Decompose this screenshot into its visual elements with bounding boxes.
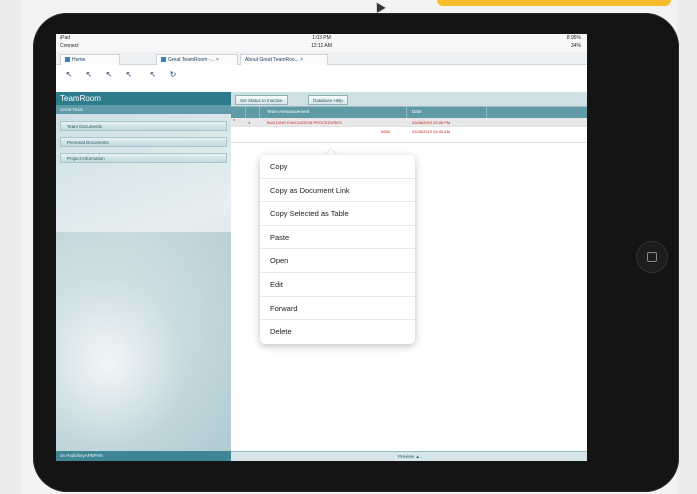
column-separator	[406, 107, 407, 118]
row-title: 5665	[381, 129, 390, 134]
menu-item-delete[interactable]: Delete	[260, 320, 415, 344]
column-separator	[486, 107, 487, 118]
view-column-header: Team Announcement Date	[231, 107, 587, 118]
context-menu: Copy Copy as Document Link Copy Selected…	[260, 155, 415, 344]
page-background-right	[677, 0, 697, 494]
sidebar-item-project-information[interactable]: Project Information	[60, 153, 227, 163]
menu-item-copy[interactable]: Copy	[260, 155, 415, 179]
preview-bar[interactable]: Preview ▲	[231, 451, 587, 461]
sidebar: TeamRoom Great Team Team Documents Perso…	[56, 92, 231, 461]
tab-home-label: Home	[72, 57, 86, 63]
menu-item-edit[interactable]: Edit	[260, 273, 415, 297]
sidebar-item-personal-documents[interactable]: Personal Documents	[60, 137, 227, 147]
unread-marker-icon: *	[233, 119, 235, 125]
forward-icon[interactable]: ↖	[84, 70, 94, 80]
sidebar-subtitle: Great Team	[56, 105, 231, 114]
row-date: 02/08/2019 04:45 AM	[412, 129, 451, 134]
menu-item-forward[interactable]: Forward	[260, 297, 415, 321]
status-battery: 8 95%	[566, 35, 581, 41]
reload-icon[interactable]: ↻	[168, 70, 178, 80]
sidebar-footer: on Pads/tinyAPBPHS	[56, 451, 231, 461]
menu-item-copy-selected-as-table[interactable]: Copy Selected as Table	[260, 202, 415, 226]
page-background-left	[0, 0, 22, 494]
document-icon	[161, 57, 166, 62]
tab-bar: Home Great TeamRoom -... × About Great T…	[56, 52, 587, 65]
status-secondary-battery: 34%	[570, 43, 581, 49]
tab-about-teamroom-label: About Great TeamRoo... ×	[245, 57, 304, 63]
mouse-cursor-icon	[372, 0, 386, 13]
home-icon	[65, 57, 70, 62]
sidebar-title: TeamRoom	[56, 92, 231, 105]
sidebar-item-team-documents[interactable]: Team Documents	[60, 121, 227, 131]
column-header-announcement[interactable]: Team Announcement	[267, 109, 309, 114]
search-icon[interactable]: ↖	[148, 70, 158, 80]
set-status-inactive-button[interactable]: Set Status to Inactive	[235, 95, 288, 105]
status-time: 1:03 PM	[312, 35, 331, 41]
row-date: 02/08/2019 03:08 PM	[412, 120, 451, 125]
sidebar-decorative-swirl	[56, 232, 231, 452]
table-row[interactable]: 5665 02/08/2019 04:45 AM	[231, 127, 587, 143]
status-secondary-time: 12:11 AM	[311, 43, 332, 49]
refresh-icon[interactable]: ↖	[104, 70, 114, 80]
database-help-button[interactable]: Database Help	[308, 95, 348, 105]
home-button[interactable]	[636, 241, 668, 273]
home-button-glyph-icon	[647, 252, 657, 262]
browser-toolbar: ↖ ↖ ↖ ↖ ↖ ↻	[56, 65, 587, 85]
tab-great-teamroom[interactable]: Great TeamRoom -... ×	[156, 54, 238, 65]
view-action-bar: Set Status to Inactive Database Help	[231, 92, 587, 107]
table-row[interactable]: * 4 BUILDING EVACUATION PROCEDURES 02/08…	[231, 118, 587, 127]
column-header-date[interactable]: Date	[412, 109, 422, 114]
row-expand[interactable]: 4	[248, 120, 250, 125]
yellow-tab-decoration	[437, 0, 671, 6]
status-bar: iPad 1:03 PM 8 95% Connect 12:11 AM 34%	[56, 34, 587, 52]
column-separator	[259, 107, 260, 118]
stop-icon[interactable]: ↖	[124, 70, 134, 80]
tab-home[interactable]: Home	[60, 54, 120, 65]
menu-item-copy-as-document-link[interactable]: Copy as Document Link	[260, 179, 415, 203]
back-icon[interactable]: ↖	[64, 70, 74, 80]
row-title: BUILDING EVACUATION PROCEDURES	[267, 120, 342, 125]
tab-great-teamroom-label: Great TeamRoom -... ×	[168, 57, 219, 63]
menu-item-paste[interactable]: Paste	[260, 226, 415, 250]
tab-about-teamroom[interactable]: About Great TeamRoo... ×	[240, 54, 328, 65]
column-separator	[245, 107, 246, 118]
menu-item-open[interactable]: Open	[260, 249, 415, 273]
